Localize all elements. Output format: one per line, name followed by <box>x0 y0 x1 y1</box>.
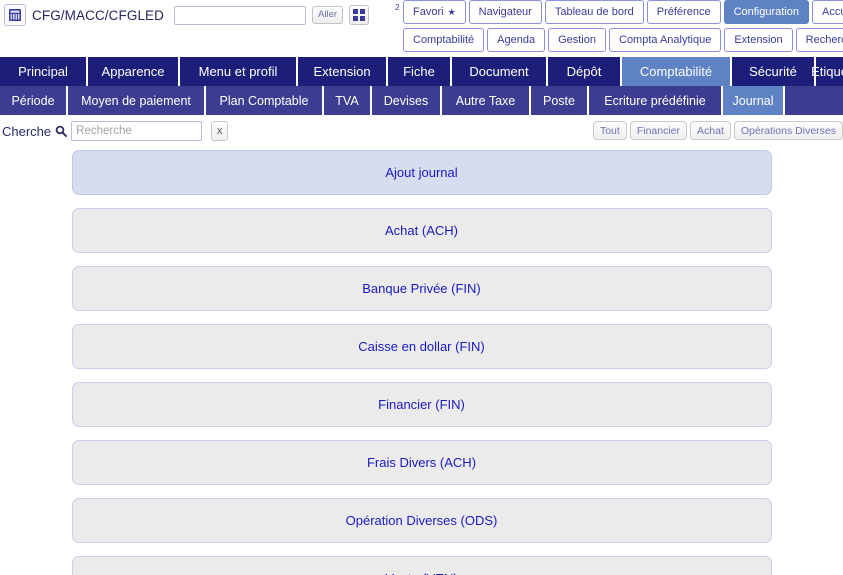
subtab-autre-taxe[interactable]: Autre Taxe <box>442 86 531 115</box>
journal-label: Ajout journal <box>385 165 458 180</box>
subtab-label: Autre Taxe <box>455 93 516 108</box>
subtab-label: Journal <box>732 93 774 108</box>
top-menu-row-2: Comptabilité Agenda Gestion Compta Analy… <box>403 28 843 54</box>
journal-label: Achat (ACH) <box>385 223 458 238</box>
journal-list-item[interactable]: Achat (ACH) <box>71 208 772 253</box>
grid-icon[interactable] <box>349 5 370 25</box>
subtab-label: TVA <box>335 93 359 108</box>
topmenu-item-configuration[interactable]: Configuration <box>723 0 809 24</box>
subtab-p-riode[interactable]: Période <box>0 86 68 115</box>
topmenu-item-tableau-de-bord[interactable]: Tableau de bord <box>544 0 644 24</box>
subtab-label: Poste <box>543 93 575 108</box>
tab-label: Extension <box>313 64 371 79</box>
clear-search-button[interactable]: x <box>211 121 229 141</box>
journal-list-item[interactable]: Banque Privée (FIN) <box>71 266 772 311</box>
top-menu-row-1: Favori ★ Navigateur Tableau de bord Préf… <box>403 0 843 26</box>
subtab-devises[interactable]: Devises <box>372 86 442 115</box>
tab-label: Sécurité <box>749 64 797 79</box>
tab-apparence[interactable]: Apparence <box>88 57 180 86</box>
tab-extension[interactable]: Extension <box>298 57 388 86</box>
quick-search-input[interactable] <box>174 5 307 25</box>
tab-label: Apparence <box>101 64 165 79</box>
tab-label: Etiquettes <box>811 64 843 79</box>
topmenu-item-recherche[interactable]: Recherche <box>795 28 843 52</box>
journal-list: Ajout journal Achat (ACH) Banque Privée (F… <box>0 150 843 575</box>
subtab-bar-filler <box>785 86 843 115</box>
clipped-counter: 2 <box>395 3 400 12</box>
filter-chip-tout[interactable]: Tout <box>592 121 627 140</box>
journal-label: Financier (FIN) <box>378 397 465 412</box>
filter-chip-financier[interactable]: Financier <box>629 121 688 140</box>
subtab-label: Plan Comptable <box>219 93 309 108</box>
topmenu-item-comptabilite[interactable]: Comptabilité <box>403 28 485 52</box>
calculator-icon[interactable] <box>4 4 26 26</box>
filter-bar: Cherche x ToutFinancierAchatOpérations D… <box>0 115 843 148</box>
magnifier-icon[interactable] <box>55 125 68 137</box>
breadcrumb-toolbar: CFG/MACC/CFGLED Aller <box>0 0 370 30</box>
tab-comptabilit[interactable]: Comptabilité <box>622 57 732 86</box>
journal-list-item[interactable]: Frais Divers (ACH) <box>71 440 772 485</box>
tab-label: Dépôt <box>566 64 602 79</box>
journal-list-item[interactable]: Ajout journal <box>71 150 772 195</box>
tab-label: Comptabilité <box>639 64 713 79</box>
secondary-tab-bar: Période Moyen de paiement Plan Comptable TV… <box>0 86 843 115</box>
subtab-journal[interactable]: Journal <box>723 86 785 115</box>
subtab-label: Moyen de paiement <box>81 93 191 108</box>
application-window: CFG/MACC/CFGLED Aller 2 Favori ★ Navigat… <box>0 0 843 575</box>
tab-label: Principal <box>18 64 68 79</box>
topmenu-item-gestion[interactable]: Gestion <box>548 28 606 52</box>
journal-list-item[interactable]: Financier (FIN) <box>71 382 772 427</box>
topmenu-item-favori[interactable]: Favori ★ <box>403 0 466 24</box>
top-bar: CFG/MACC/CFGLED Aller 2 Favori ★ Navigat… <box>0 0 843 56</box>
topmenu-item-compta-analytique[interactable]: Compta Analytique <box>609 28 722 52</box>
subtab-poste[interactable]: Poste <box>531 86 589 115</box>
subtab-tva[interactable]: TVA <box>324 86 372 115</box>
tab-etiquettes[interactable]: Etiquettes <box>811 57 843 86</box>
topmenu-item-extension[interactable]: Extension <box>724 28 793 52</box>
journal-label: Frais Divers (ACH) <box>366 455 477 470</box>
journal-label: Vente (VEN) <box>385 571 457 575</box>
tab-label: Document <box>469 64 529 79</box>
journal-list-item[interactable]: Vente (VEN) <box>71 556 772 575</box>
journal-label: Opération Diverses (ODS) <box>345 513 498 528</box>
journal-label: Caisse en dollar (FIN) <box>358 339 485 354</box>
topmenu-label: Favori <box>413 6 444 18</box>
top-menu: Favori ★ Navigateur Tableau de bord Préf… <box>403 0 843 56</box>
tab-fiche[interactable]: Fiche <box>388 57 452 86</box>
filter-chip-group: Tout Financier Achat Opérations Diverses <box>592 121 843 140</box>
tab-label: Menu et profil <box>198 64 278 79</box>
breadcrumb: CFG/MACC/CFGLED <box>32 7 165 23</box>
search-group: Cherche x <box>2 121 229 141</box>
filter-chip-achat[interactable]: Achat <box>690 121 731 140</box>
subtab-plan-comptable[interactable]: Plan Comptable <box>206 86 324 115</box>
topmenu-item-agenda[interactable]: Agenda <box>487 28 546 52</box>
tab-label: Fiche <box>403 64 435 79</box>
tab-document[interactable]: Document <box>452 57 548 86</box>
tab-menu-et-profil[interactable]: Menu et profil <box>180 57 298 86</box>
tab-d-p-t[interactable]: Dépôt <box>548 57 622 86</box>
search-label: Cherche <box>2 123 52 139</box>
subtab-ecriture-pr-d-finie[interactable]: Ecriture prédéfinie <box>589 86 723 115</box>
search-input[interactable] <box>71 121 203 141</box>
subtab-label: Ecriture prédéfinie <box>604 93 706 108</box>
topmenu-item-preference[interactable]: Préférence <box>646 0 721 24</box>
subtab-label: Devises <box>383 93 429 108</box>
journal-label: Banque Privée (FIN) <box>362 281 481 296</box>
filter-chip-op-rations-diverses[interactable]: Opérations Diverses <box>733 121 843 140</box>
topmenu-item-accueil[interactable]: Accueil <box>812 0 843 24</box>
star-icon: ★ <box>447 6 456 17</box>
go-button[interactable]: Aller <box>312 6 344 24</box>
subtab-label: Période <box>11 93 55 108</box>
topmenu-item-navigateur[interactable]: Navigateur <box>468 0 542 24</box>
tab-principal[interactable]: Principal <box>0 57 88 86</box>
primary-tab-bar: Principal Apparence Menu et profil Extensio… <box>0 57 843 86</box>
subtab-moyen-de-paiement[interactable]: Moyen de paiement <box>68 86 206 115</box>
tab-s-curit[interactable]: Sécurité <box>732 57 816 86</box>
journal-list-item[interactable]: Caisse en dollar (FIN) <box>71 324 772 369</box>
journal-list-item[interactable]: Opération Diverses (ODS) <box>71 498 772 543</box>
